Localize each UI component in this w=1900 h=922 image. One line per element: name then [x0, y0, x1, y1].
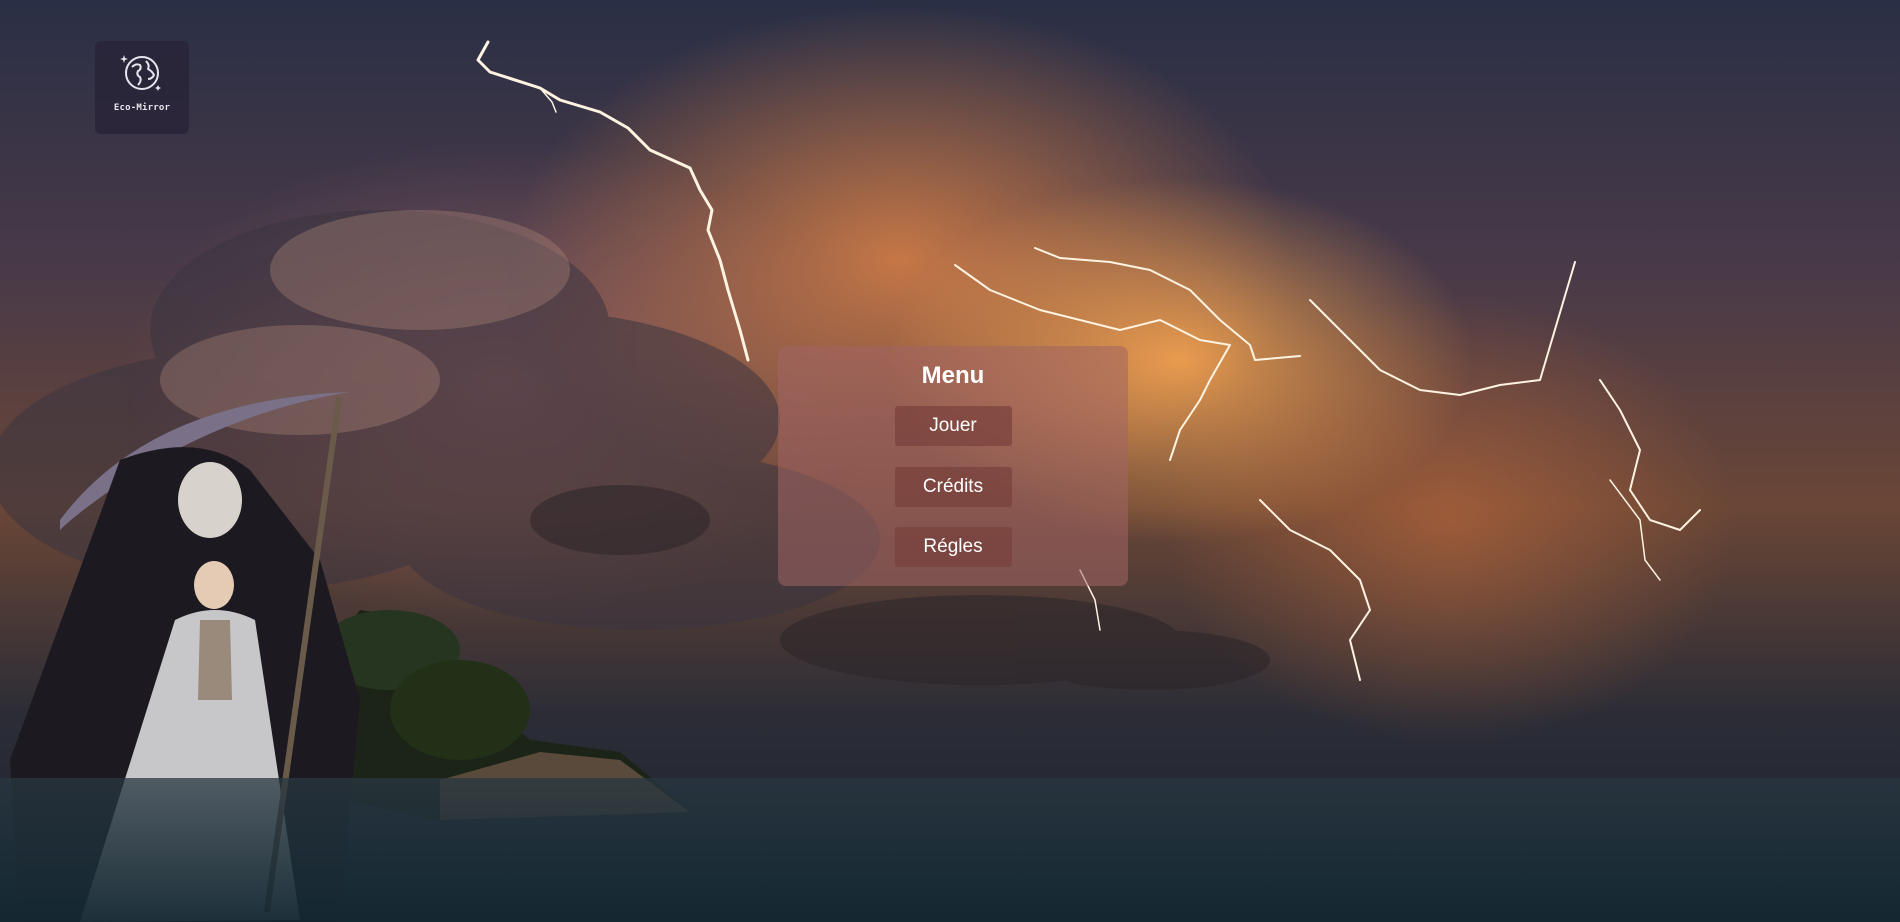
main-menu-panel: Menu Jouer Crédits Régles — [778, 346, 1128, 586]
lightning-bolt-right-3 — [1309, 261, 1576, 396]
play-button[interactable]: Jouer — [894, 406, 1012, 446]
eco-mirror-logo[interactable]: Eco-Mirror — [95, 41, 189, 134]
rules-button[interactable]: Régles — [894, 527, 1012, 567]
lightning-bolt-right-4 — [1599, 379, 1701, 531]
lightning-bolt-small — [1609, 479, 1661, 581]
logo-label: Eco-Mirror — [113, 103, 171, 113]
background-scene: Eco-Mirror Menu Jouer Crédits Régles — [0, 0, 1900, 922]
lightning-bolt-right-1 — [1034, 247, 1301, 361]
menu-title: Menu — [921, 362, 985, 389]
credits-button[interactable]: Crédits — [894, 467, 1012, 507]
sea-surface — [0, 778, 1900, 922]
globe-icon — [120, 55, 161, 91]
lightning-bolt-lower — [1259, 499, 1371, 681]
